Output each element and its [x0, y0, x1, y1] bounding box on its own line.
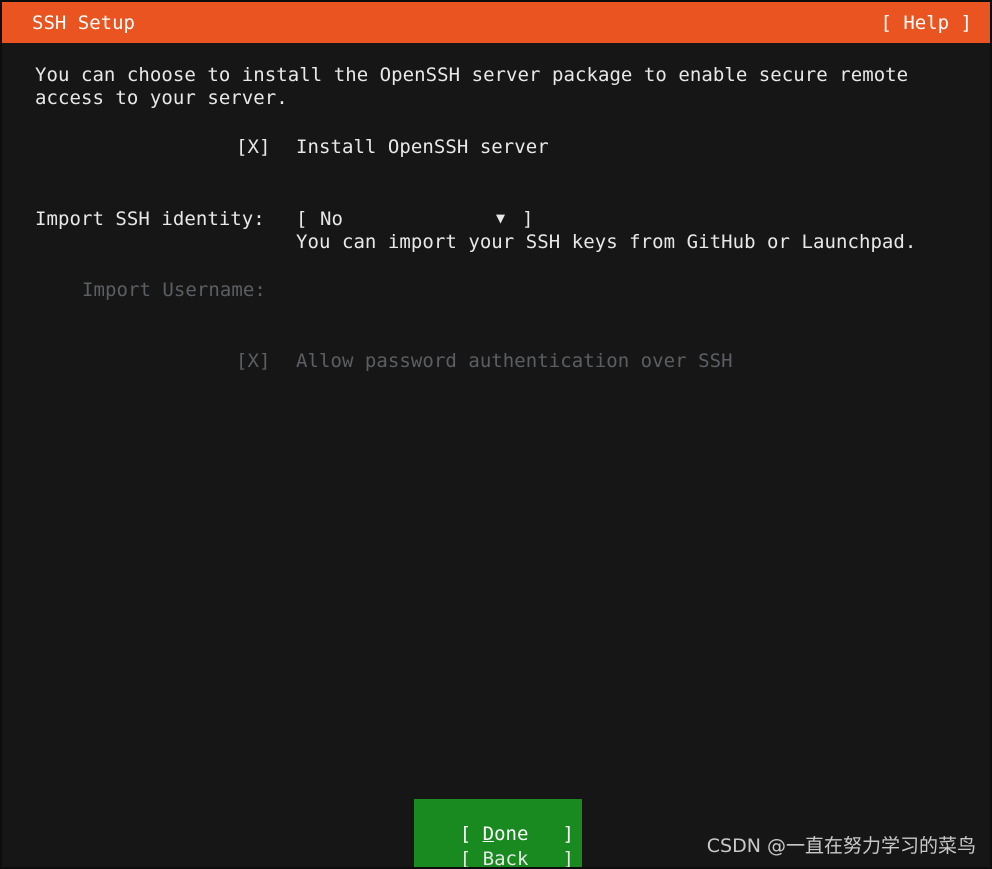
title-bar: SSH Setup [ Help ] — [2, 2, 990, 43]
description-line-1: You can choose to install the OpenSSH se… — [35, 64, 909, 86]
chevron-down-icon[interactable]: ▼ — [496, 207, 505, 229]
back-button-close-bracket: ] — [562, 848, 574, 869]
import-ssh-identity-value[interactable]: No — [320, 208, 343, 230]
install-openssh-label: Install OpenSSH server — [296, 136, 549, 158]
import-ssh-identity-label: Import SSH identity: — [35, 208, 265, 230]
watermark: CSDN @一直在努力学习的菜鸟 — [706, 835, 976, 857]
back-button[interactable]: [ Back] — [414, 824, 582, 869]
import-ssh-identity-close-bracket: ] — [522, 208, 534, 230]
back-button-label-rest: ack — [494, 848, 529, 869]
import-ssh-identity-help-text: You can import your SSH keys from GitHub… — [296, 231, 917, 253]
back-button-accel: B — [482, 848, 495, 869]
allow-password-auth-checkbox: [X] — [236, 350, 271, 372]
back-button-open-bracket: [ — [459, 848, 483, 869]
help-button[interactable]: [ Help ] — [880, 13, 972, 33]
install-openssh-checkbox[interactable]: [X] — [236, 136, 270, 158]
page-title: SSH Setup — [32, 12, 135, 34]
import-ssh-identity-open-bracket: [ — [296, 208, 308, 230]
import-username-label: Import Username: — [82, 279, 266, 301]
installer-screen: SSH Setup [ Help ] You can choose to ins… — [0, 0, 992, 869]
allow-password-auth-label: Allow password authentication over SSH — [296, 350, 733, 372]
description-line-2: access to your server. — [35, 87, 288, 109]
